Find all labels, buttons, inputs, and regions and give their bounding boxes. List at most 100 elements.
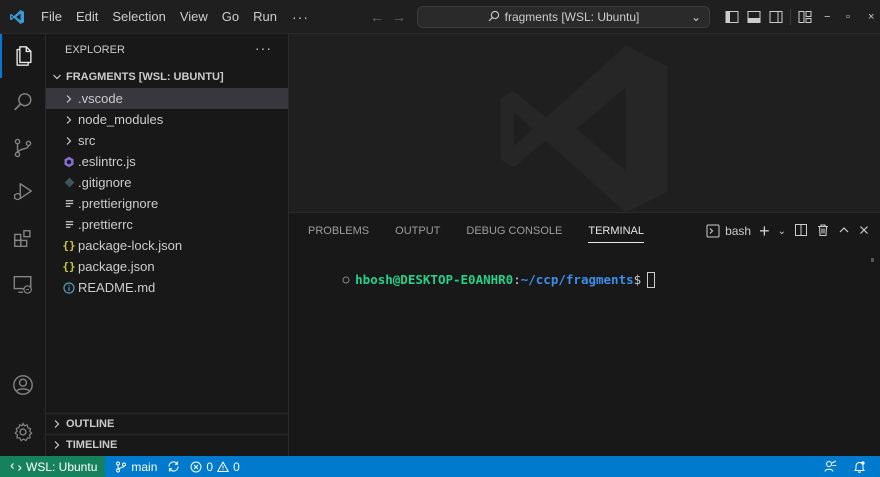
search-icon[interactable] (0, 80, 46, 124)
back-arrow-icon[interactable]: ← (370, 9, 384, 25)
tree-item-prettierrc[interactable]: .prettierrc (46, 214, 288, 235)
branch-label: main (131, 459, 158, 474)
status-bar: WSL: Ubuntu main 0 0 (0, 456, 880, 477)
menu-selection[interactable]: Selection (105, 0, 172, 34)
timeline-label: TIMELINE (66, 439, 118, 451)
layout-controls (724, 0, 813, 34)
activity-bar (0, 34, 46, 456)
menu-file[interactable]: File (34, 0, 69, 34)
terminal-shell-label: bash (725, 224, 752, 238)
menu-more-icon[interactable]: ··· (284, 9, 317, 25)
chevron-right-icon (61, 94, 77, 104)
maximize-panel-icon[interactable] (838, 224, 850, 239)
restore-icon[interactable]: ▫ (846, 0, 850, 34)
remote-explorer-icon[interactable] (0, 262, 46, 306)
toggle-primary-sidebar-icon[interactable] (724, 9, 740, 25)
menu-view[interactable]: View (173, 0, 215, 34)
tree-item-label: package.json (78, 259, 155, 274)
chevron-right-icon (50, 419, 64, 429)
tree-item-label: .eslintrc.js (78, 154, 136, 169)
explorer-more-icon[interactable]: ··· (255, 40, 272, 56)
remote-indicator[interactable]: WSL: Ubuntu (0, 456, 106, 477)
tree-item-src[interactable]: src (46, 130, 288, 151)
tree-item-label: .gitignore (78, 175, 132, 190)
terminal-prompt[interactable]: hbosh@DESKTOP-E0ANHR0: ~/ccp/fragments $ (297, 257, 656, 302)
close-panel-icon[interactable] (858, 224, 870, 239)
menu-go[interactable]: Go (215, 0, 246, 34)
terminal-cursor (647, 271, 656, 288)
terminal-path: ~/ccp/fragments (520, 272, 634, 287)
tree-item-package-lock[interactable]: {} package-lock.json (46, 235, 288, 256)
account-icon[interactable] (0, 363, 46, 407)
tab-output[interactable]: OUTPUT (395, 213, 440, 249)
workspace-folder-header[interactable]: FRAGMENTS [WSL: UBUNTU] (46, 66, 288, 88)
tree-item-readme[interactable]: README.md (46, 277, 288, 298)
tab-debug-console[interactable]: DEBUG CONSOLE (466, 213, 562, 249)
explorer-header: EXPLORER ··· (46, 34, 288, 66)
source-control-icon[interactable] (0, 126, 46, 170)
minimize-icon[interactable]: − (824, 0, 830, 34)
sidebar-bottom-sections: OUTLINE TIMELINE (46, 413, 289, 455)
prompt-status-icon (297, 257, 350, 302)
feedback-icon[interactable] (824, 460, 837, 476)
close-window-icon[interactable]: × (868, 0, 874, 34)
trash-icon[interactable] (816, 223, 830, 240)
split-terminal-icon[interactable] (794, 223, 808, 240)
tree-item-node-modules[interactable]: node_modules (46, 109, 288, 130)
customize-layout-icon[interactable] (797, 9, 813, 25)
menu-edit[interactable]: Edit (69, 0, 105, 34)
manage-gear-icon[interactable] (0, 410, 46, 454)
branch-status[interactable]: main (115, 460, 157, 474)
toggle-secondary-sidebar-icon[interactable] (768, 9, 784, 25)
json-file-icon: {} (62, 260, 76, 273)
command-center[interactable]: fragments [WSL: Ubuntu] ⌄ (417, 6, 710, 28)
chevron-down-icon[interactable]: ⌄ (778, 226, 786, 237)
vscode-logo-icon (0, 0, 34, 34)
explorer-icon[interactable] (0, 34, 46, 78)
tree-item-label: README.md (78, 280, 156, 295)
text-file-icon (61, 219, 77, 230)
tree-item-label: .vscode (78, 91, 123, 106)
terminal-dollar: $ (633, 272, 642, 287)
tree-item-eslintrc[interactable]: .eslintrc.js (46, 151, 288, 172)
warning-count: 0 (233, 459, 240, 474)
tree-item-label: package-lock.json (78, 238, 183, 253)
editor-area (289, 34, 880, 212)
outline-section-header[interactable]: OUTLINE (46, 413, 289, 434)
search-icon (488, 10, 500, 25)
tab-problems[interactable]: PROBLEMS (308, 213, 369, 249)
timeline-section-header[interactable]: TIMELINE (46, 434, 289, 455)
history-navigation: ← → (370, 0, 406, 34)
text-file-icon (61, 198, 77, 209)
workspace-folder-label: FRAGMENTS [WSL: UBUNTU] (66, 71, 224, 83)
tab-terminal[interactable]: TERMINAL (588, 213, 644, 249)
toggle-panel-icon[interactable] (746, 9, 762, 25)
tree-item-package-json[interactable]: {} package.json (46, 256, 288, 277)
tree-item-label: .prettierrc (78, 217, 133, 232)
terminal-scrollbar[interactable] (871, 258, 874, 262)
chevron-right-icon (50, 440, 64, 450)
remote-icon (10, 462, 22, 471)
git-file-icon (61, 177, 77, 188)
sync-status[interactable] (167, 460, 180, 473)
vscode-watermark-icon (500, 45, 668, 212)
tree-item-prettierignore[interactable]: .prettierignore (46, 193, 288, 214)
chevron-right-icon (61, 115, 77, 125)
info-file-icon (61, 281, 77, 294)
notifications-bell-icon[interactable] (853, 460, 866, 476)
title-bar: File Edit Selection View Go Run ··· ← → … (0, 0, 880, 34)
tree-item-vscode[interactable]: .vscode (46, 88, 288, 109)
tree-item-gitignore[interactable]: .gitignore (46, 172, 288, 193)
problems-status[interactable]: 0 0 (190, 459, 240, 474)
chevron-down-icon[interactable]: ⌄ (691, 10, 701, 24)
menu-run[interactable]: Run (246, 0, 284, 34)
json-file-icon: {} (62, 239, 76, 252)
terminal-shell-selector[interactable]: bash (706, 224, 751, 238)
extensions-icon[interactable] (0, 217, 46, 261)
explorer-title: EXPLORER (65, 44, 125, 56)
forward-arrow-icon[interactable]: → (392, 9, 406, 25)
sync-icon (168, 461, 179, 472)
outline-label: OUTLINE (66, 418, 115, 430)
run-debug-icon[interactable] (0, 170, 46, 214)
new-terminal-icon[interactable]: + (759, 222, 770, 240)
